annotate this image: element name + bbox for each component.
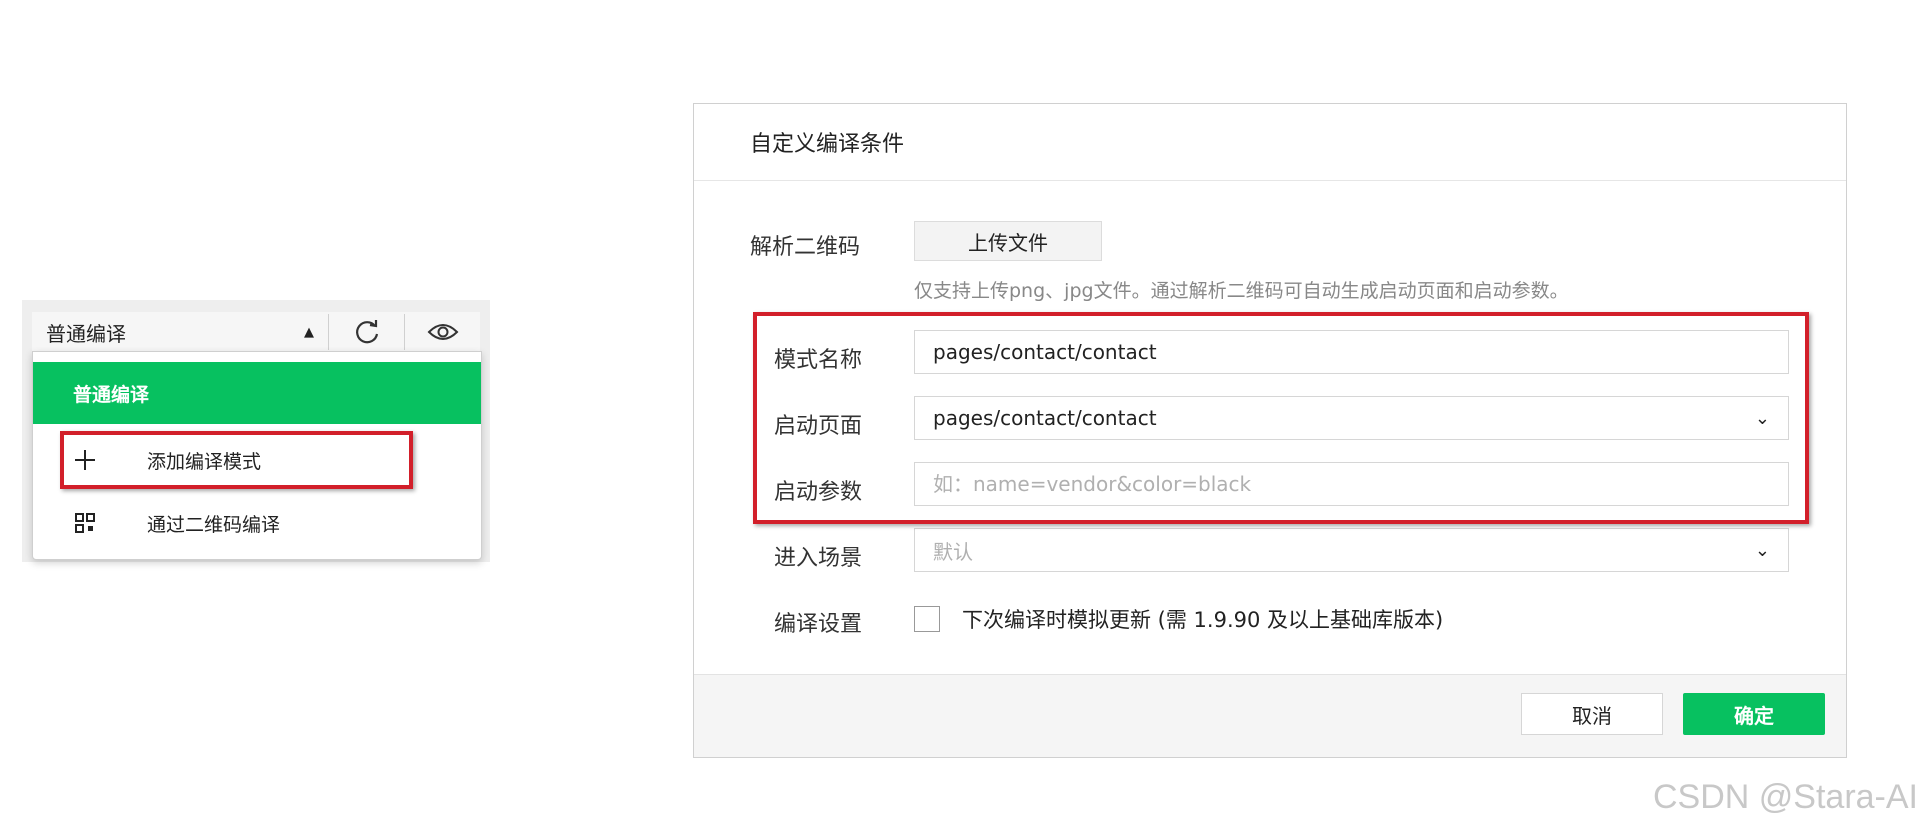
compile-toolbar: 普通编译 ▲ [32,312,480,353]
start-params-field[interactable] [914,462,1789,506]
dropdown-item-normal-compile[interactable]: 普通编译 [33,362,481,424]
eye-icon [427,324,458,340]
qr-parse-label: 解析二维码 [750,235,861,260]
simulate-update-row: 下次编译时模拟更新 (需 1.9.90 及以上基础库版本) [914,604,1443,634]
preview-button[interactable] [405,312,480,352]
qr-compile-label: 通过二维码编译 [147,513,281,536]
compile-mode-select[interactable]: 普通编译 ▲ [32,312,328,352]
start-params-label: 启动参数 [774,480,863,505]
dialog-title: 自定义编译条件 [694,104,1846,181]
simulate-update-label: 下次编译时模拟更新 (需 1.9.90 及以上基础库版本) [962,608,1444,632]
mode-name-field[interactable]: pages/contact/contact [914,330,1789,374]
scene-label: 进入场景 [774,546,863,571]
confirm-button[interactable]: 确定 [1683,693,1825,735]
compile-settings-label: 编译设置 [774,612,863,637]
caret-up-icon: ▲ [304,324,314,340]
chevron-down-icon: ⌄ [1754,407,1770,429]
mode-name-label: 模式名称 [774,348,863,373]
chevron-down-icon: ⌄ [1754,539,1770,561]
refresh-icon [355,320,378,344]
qr-code-icon [73,511,133,535]
add-compile-mode-item[interactable]: 添加编译模式 [33,432,481,488]
scene-value: 默认 [933,539,973,564]
qr-compile-item[interactable]: 通过二维码编译 [33,495,481,551]
compile-mode-panel: 普通编译 ▲ 普通编译 添加编译模式 通过二维码编译 [22,300,490,562]
start-params-input[interactable] [933,472,1770,496]
refresh-button[interactable] [329,312,404,352]
compile-mode-current: 普通编译 [46,321,126,346]
start-page-value: pages/contact/contact [933,406,1157,430]
upload-hint: 仅支持上传png、jpg文件。通过解析二维码可自动生成启动页面和启动参数。 [914,280,1569,302]
watermark: CSDN @Stara-AI [1652,778,1918,816]
simulate-update-checkbox[interactable] [914,606,940,632]
scene-select[interactable]: 默认 ⌄ [914,528,1789,572]
cancel-button[interactable]: 取消 [1521,693,1663,735]
start-page-select[interactable]: pages/contact/contact ⌄ [914,396,1789,440]
compile-mode-dropdown: 普通编译 添加编译模式 通过二维码编译 [32,351,482,560]
start-page-label: 启动页面 [774,414,863,439]
mode-name-value: pages/contact/contact [933,340,1157,364]
upload-file-button[interactable]: 上传文件 [914,221,1102,261]
dialog-footer: 取消 确定 [694,674,1846,757]
plus-icon [73,448,133,472]
custom-compile-dialog: 自定义编译条件 解析二维码 上传文件 仅支持上传png、jpg文件。通过解析二维… [693,103,1847,758]
add-compile-mode-label: 添加编译模式 [147,450,262,473]
